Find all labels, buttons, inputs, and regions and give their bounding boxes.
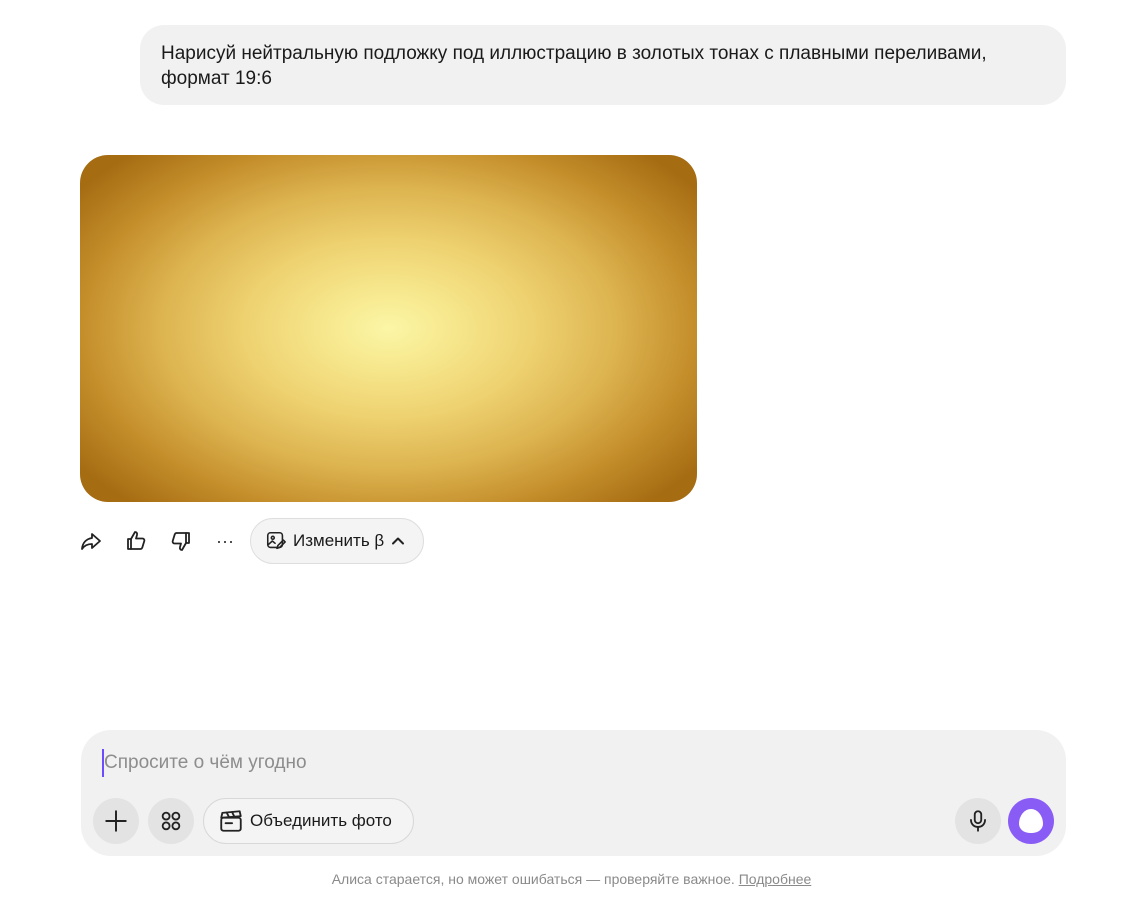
merge-photos-label: Объединить фото [250, 811, 392, 830]
attach-button[interactable] [93, 798, 139, 844]
disclaimer-text: Алиса старается, но может ошибаться — пр… [331, 871, 735, 887]
alice-assistant-button[interactable] [1008, 798, 1054, 844]
disclaimer: Алиса старается, но может ошибаться — пр… [0, 871, 1143, 887]
more-options-icon[interactable]: ··· [210, 518, 240, 564]
chat-page: Нарисуй нейтральную подложку под иллюстр… [0, 0, 1143, 902]
merge-photos-button[interactable]: Объединить фото [203, 798, 414, 844]
more-options-label: ··· [216, 530, 234, 551]
generated-image[interactable] [80, 155, 697, 502]
disclaimer-more-link[interactable]: Подробнее [739, 871, 812, 887]
thumbs-down-icon[interactable] [166, 518, 196, 564]
message-composer: Объединить фото [81, 730, 1066, 856]
thumbs-up-icon[interactable] [121, 518, 151, 564]
alice-logo-icon [1019, 809, 1043, 833]
user-message-bubble: Нарисуй нейтральную подложку под иллюстр… [140, 25, 1066, 105]
apps-grid-icon [161, 811, 181, 831]
clapperboard-icon [220, 810, 242, 832]
share-arrow-icon[interactable] [76, 518, 106, 564]
plus-icon [105, 810, 127, 832]
message-input[interactable] [102, 749, 952, 777]
voice-input-button[interactable] [955, 798, 1001, 844]
edit-image-button[interactable]: Изменить β [250, 518, 424, 564]
user-message-text: Нарисуй нейтральную подложку под иллюстр… [161, 43, 987, 89]
apps-button[interactable] [148, 798, 194, 844]
edit-button-label: Изменить β [293, 531, 385, 550]
microphone-icon [970, 810, 986, 832]
image-edit-icon [266, 531, 286, 550]
chevron-up-icon [392, 537, 405, 545]
